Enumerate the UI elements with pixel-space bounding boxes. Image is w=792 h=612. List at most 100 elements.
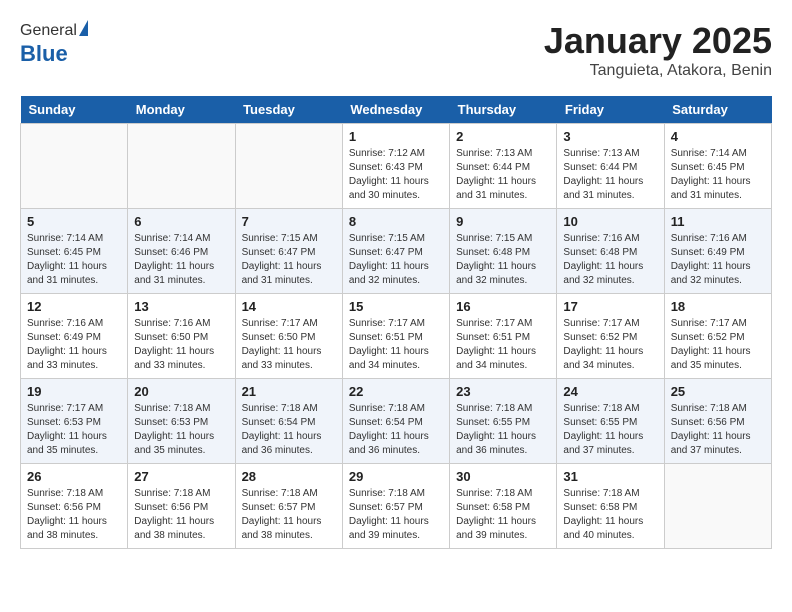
calendar-cell <box>21 124 128 209</box>
calendar-cell: 10 Sunrise: 7:16 AM Sunset: 6:48 PM Dayli… <box>557 209 664 294</box>
day-number: 2 <box>456 129 550 144</box>
calendar-cell: 28 Sunrise: 7:18 AM Sunset: 6:57 PM Dayli… <box>235 464 342 549</box>
day-info: Sunrise: 7:18 AM Sunset: 6:57 PM Dayligh… <box>242 487 336 543</box>
day-info: Sunrise: 7:12 AM Sunset: 6:43 PM Dayligh… <box>349 147 443 203</box>
calendar-cell: 15 Sunrise: 7:17 AM Sunset: 6:51 PM Dayli… <box>342 294 449 379</box>
day-info: Sunrise: 7:15 AM Sunset: 6:47 PM Dayligh… <box>349 232 443 288</box>
week-row-3: 12Sunrise: 7:16 AM Sunset: 6:49 PM Dayli… <box>21 294 772 379</box>
header-row: SundayMondayTuesdayWednesdayThursdayFrid… <box>21 96 772 124</box>
calendar-cell: 19Sunrise: 7:17 AM Sunset: 6:53 PM Dayli… <box>21 379 128 464</box>
day-number: 19 <box>27 384 121 399</box>
calendar-cell: 4 Sunrise: 7:14 AM Sunset: 6:45 PM Daylig… <box>664 124 771 209</box>
day-info: Sunrise: 7:18 AM Sunset: 6:58 PM Dayligh… <box>563 487 657 543</box>
day-number: 1 <box>349 129 443 144</box>
day-number: 27 <box>134 469 228 484</box>
day-number: 25 <box>671 384 765 399</box>
day-header-tuesday: Tuesday <box>235 96 342 124</box>
logo-general-text: General <box>20 22 77 40</box>
day-number: 20 <box>134 384 228 399</box>
calendar-cell: 9Sunrise: 7:15 AM Sunset: 6:48 PM Daylig… <box>450 209 557 294</box>
day-info: Sunrise: 7:13 AM Sunset: 6:44 PM Dayligh… <box>563 147 657 203</box>
day-info: Sunrise: 7:18 AM Sunset: 6:55 PM Dayligh… <box>563 402 657 458</box>
day-info: Sunrise: 7:14 AM Sunset: 6:45 PM Dayligh… <box>671 147 765 203</box>
day-header-saturday: Saturday <box>664 96 771 124</box>
day-info: Sunrise: 7:15 AM Sunset: 6:48 PM Dayligh… <box>456 232 550 288</box>
calendar-cell: 6 Sunrise: 7:14 AM Sunset: 6:46 PM Daylig… <box>128 209 235 294</box>
calendar-subtitle: Tanguieta, Atakora, Benin <box>544 62 772 80</box>
calendar-cell <box>235 124 342 209</box>
day-info: Sunrise: 7:17 AM Sunset: 6:52 PM Dayligh… <box>563 317 657 373</box>
calendar-cell: 23 Sunrise: 7:18 AM Sunset: 6:55 PM Dayli… <box>450 379 557 464</box>
title-area: January 2025 Tanguieta, Atakora, Benin <box>544 20 772 80</box>
calendar-cell: 22Sunrise: 7:18 AM Sunset: 6:54 PM Dayli… <box>342 379 449 464</box>
day-number: 5 <box>27 214 121 229</box>
calendar-table: SundayMondayTuesdayWednesdayThursdayFrid… <box>20 96 772 549</box>
logo-blue-text: Blue <box>20 41 68 67</box>
calendar-cell: 8 Sunrise: 7:15 AM Sunset: 6:47 PM Daylig… <box>342 209 449 294</box>
week-row-5: 26 Sunrise: 7:18 AM Sunset: 6:56 PM Dayli… <box>21 464 772 549</box>
calendar-cell: 20 Sunrise: 7:18 AM Sunset: 6:53 PM Dayli… <box>128 379 235 464</box>
calendar-cell: 5 Sunrise: 7:14 AM Sunset: 6:45 PM Daylig… <box>21 209 128 294</box>
day-header-friday: Friday <box>557 96 664 124</box>
day-number: 13 <box>134 299 228 314</box>
day-info: Sunrise: 7:18 AM Sunset: 6:56 PM Dayligh… <box>671 402 765 458</box>
day-number: 4 <box>671 129 765 144</box>
day-info: Sunrise: 7:18 AM Sunset: 6:56 PM Dayligh… <box>134 487 228 543</box>
calendar-cell: 2Sunrise: 7:13 AM Sunset: 6:44 PM Daylig… <box>450 124 557 209</box>
calendar-cell: 24 Sunrise: 7:18 AM Sunset: 6:55 PM Dayli… <box>557 379 664 464</box>
day-number: 3 <box>563 129 657 144</box>
calendar-cell: 18 Sunrise: 7:17 AM Sunset: 6:52 PM Dayli… <box>664 294 771 379</box>
day-info: Sunrise: 7:18 AM Sunset: 6:53 PM Dayligh… <box>134 402 228 458</box>
day-info: Sunrise: 7:16 AM Sunset: 6:49 PM Dayligh… <box>27 317 121 373</box>
day-number: 28 <box>242 469 336 484</box>
day-info: Sunrise: 7:18 AM Sunset: 6:56 PM Dayligh… <box>27 487 121 543</box>
day-number: 18 <box>671 299 765 314</box>
logo: General Blue <box>20 20 88 67</box>
calendar-cell <box>664 464 771 549</box>
day-number: 26 <box>27 469 121 484</box>
calendar-cell: 7 Sunrise: 7:15 AM Sunset: 6:47 PM Daylig… <box>235 209 342 294</box>
day-number: 10 <box>563 214 657 229</box>
day-number: 29 <box>349 469 443 484</box>
day-info: Sunrise: 7:16 AM Sunset: 6:50 PM Dayligh… <box>134 317 228 373</box>
day-info: Sunrise: 7:17 AM Sunset: 6:50 PM Dayligh… <box>242 317 336 373</box>
logo-arrow-icon <box>79 20 88 36</box>
day-number: 8 <box>349 214 443 229</box>
day-number: 24 <box>563 384 657 399</box>
day-number: 15 <box>349 299 443 314</box>
calendar-cell: 1 Sunrise: 7:12 AM Sunset: 6:43 PM Daylig… <box>342 124 449 209</box>
day-info: Sunrise: 7:15 AM Sunset: 6:47 PM Dayligh… <box>242 232 336 288</box>
day-info: Sunrise: 7:18 AM Sunset: 6:55 PM Dayligh… <box>456 402 550 458</box>
header: General Blue January 2025 Tanguieta, Ata… <box>20 20 772 80</box>
day-header-sunday: Sunday <box>21 96 128 124</box>
day-header-wednesday: Wednesday <box>342 96 449 124</box>
day-number: 11 <box>671 214 765 229</box>
day-info: Sunrise: 7:16 AM Sunset: 6:48 PM Dayligh… <box>563 232 657 288</box>
calendar-cell: 12Sunrise: 7:16 AM Sunset: 6:49 PM Dayli… <box>21 294 128 379</box>
day-number: 31 <box>563 469 657 484</box>
day-info: Sunrise: 7:16 AM Sunset: 6:49 PM Dayligh… <box>671 232 765 288</box>
day-number: 23 <box>456 384 550 399</box>
day-info: Sunrise: 7:14 AM Sunset: 6:46 PM Dayligh… <box>134 232 228 288</box>
calendar-cell: 31 Sunrise: 7:18 AM Sunset: 6:58 PM Dayli… <box>557 464 664 549</box>
calendar-cell: 13 Sunrise: 7:16 AM Sunset: 6:50 PM Dayli… <box>128 294 235 379</box>
calendar-cell: 21Sunrise: 7:18 AM Sunset: 6:54 PM Dayli… <box>235 379 342 464</box>
day-number: 14 <box>242 299 336 314</box>
day-number: 21 <box>242 384 336 399</box>
calendar-cell <box>128 124 235 209</box>
day-info: Sunrise: 7:14 AM Sunset: 6:45 PM Dayligh… <box>27 232 121 288</box>
day-number: 6 <box>134 214 228 229</box>
day-number: 17 <box>563 299 657 314</box>
day-info: Sunrise: 7:17 AM Sunset: 6:51 PM Dayligh… <box>349 317 443 373</box>
day-info: Sunrise: 7:18 AM Sunset: 6:58 PM Dayligh… <box>456 487 550 543</box>
day-header-thursday: Thursday <box>450 96 557 124</box>
day-info: Sunrise: 7:17 AM Sunset: 6:52 PM Dayligh… <box>671 317 765 373</box>
day-number: 16 <box>456 299 550 314</box>
calendar-cell: 26 Sunrise: 7:18 AM Sunset: 6:56 PM Dayli… <box>21 464 128 549</box>
calendar-title: January 2025 <box>544 20 772 62</box>
calendar-cell: 3 Sunrise: 7:13 AM Sunset: 6:44 PM Daylig… <box>557 124 664 209</box>
week-row-1: 1 Sunrise: 7:12 AM Sunset: 6:43 PM Daylig… <box>21 124 772 209</box>
day-number: 7 <box>242 214 336 229</box>
week-row-4: 19Sunrise: 7:17 AM Sunset: 6:53 PM Dayli… <box>21 379 772 464</box>
calendar-cell: 11 Sunrise: 7:16 AM Sunset: 6:49 PM Dayli… <box>664 209 771 294</box>
